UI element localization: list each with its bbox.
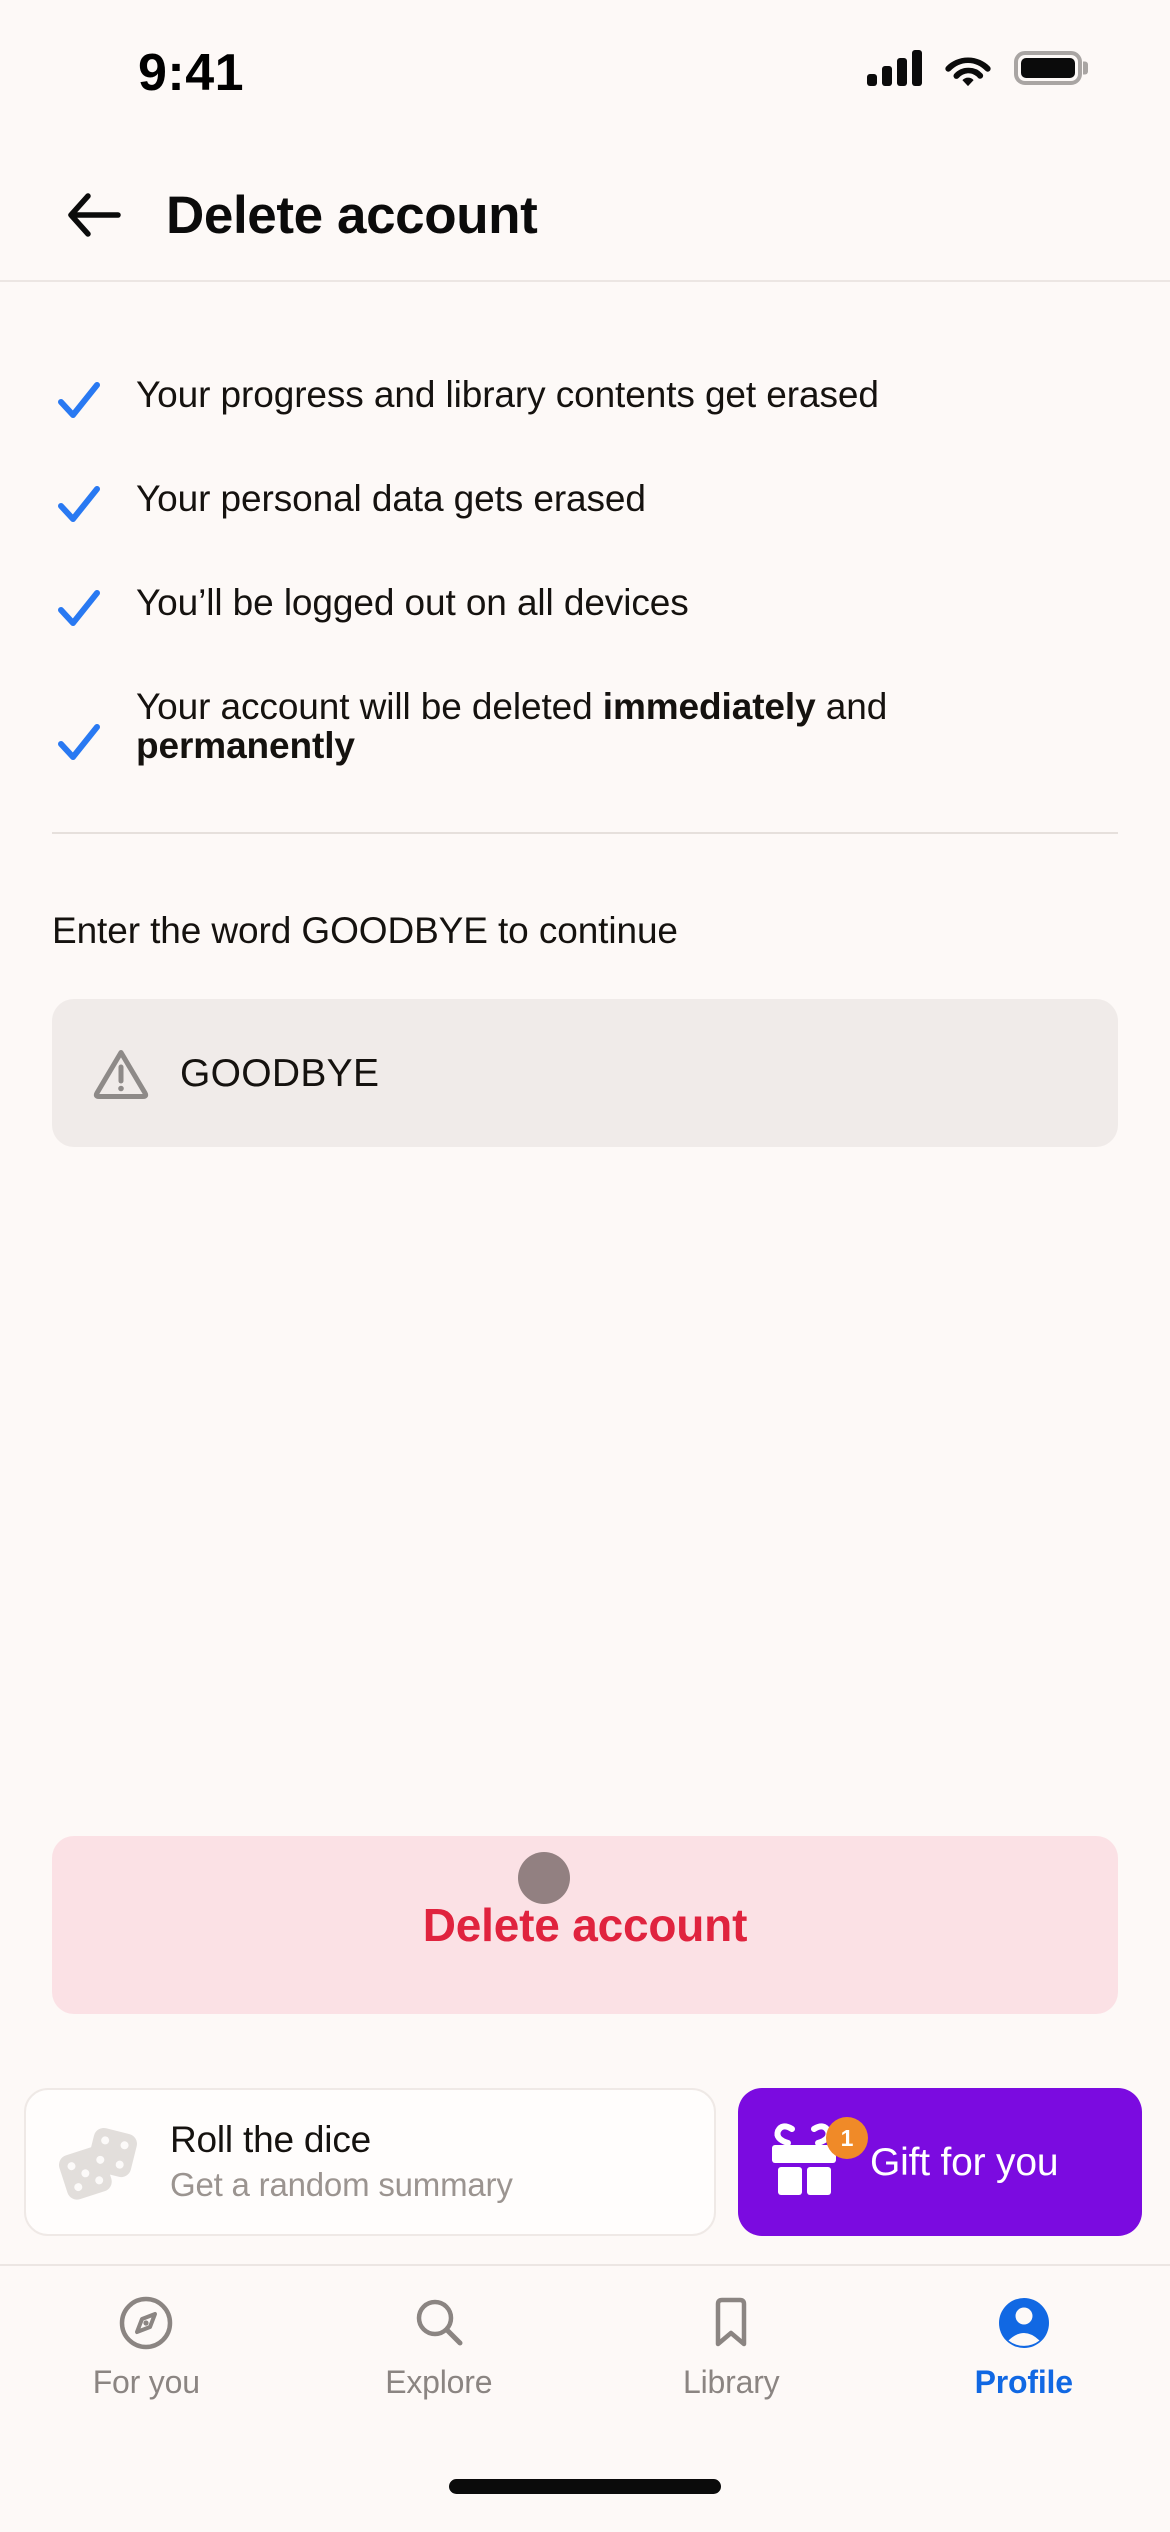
bottom-tab-bar: For you Explore Library Profile [0,2264,1170,2440]
gift-icon-wrapper: 1 [762,2117,868,2203]
checklist-item-label-rich: Your account will be deleted immediately… [136,686,1066,766]
warning-triangle-icon [92,1046,150,1100]
tab-explore-label: Explore [385,2364,493,2400]
check-icon [52,582,106,632]
checklist-item: Your account will be deleted immediately… [52,686,1118,766]
roll-the-dice-subtitle: Get a random summary [170,2166,513,2204]
promo-row: Roll the dice Get a random summary 1 Gif… [0,2088,1170,2236]
tab-library[interactable]: Library [585,2292,878,2398]
checklist-text-segment: Your account will be deleted [136,686,603,727]
check-icon [52,686,106,766]
check-icon [52,374,106,424]
home-indicator-area [0,2440,1170,2532]
status-bar: 9:41 [0,0,1170,150]
phone-screen: 9:41 Delete account Your progress and li… [0,0,1170,2532]
home-indicator[interactable] [449,2478,721,2494]
tab-profile[interactable]: Profile [878,2292,1170,2398]
delete-account-button[interactable]: Delete account [52,1836,1118,2014]
compass-icon [117,2292,175,2354]
back-button[interactable] [58,179,130,251]
tab-for-you[interactable]: For you [0,2292,293,2398]
checklist-item: You’ll be logged out on all devices [52,582,1118,632]
confirmation-input-value: GOODBYE [180,1051,380,1095]
confirmation-instruction: Enter the word GOODBYE to continue [52,910,678,951]
dice-icon [52,2122,144,2202]
gift-for-you-card[interactable]: 1 Gift for you [738,2088,1142,2236]
checklist-item: Your personal data gets erased [52,478,1118,528]
status-bar-icons [867,50,1082,86]
cellular-signal-icon [867,50,922,86]
checklist-item: Your progress and library contents get e… [52,374,1118,424]
navigation-bar: Delete account [0,150,1170,282]
check-icon [52,478,106,528]
tab-for-you-label: For you [92,2364,200,2400]
tab-explore[interactable]: Explore [293,2292,586,2398]
checklist-text-emphasis: permanently [136,724,355,766]
bookmark-icon [702,2292,760,2354]
delete-account-button-label: Delete account [422,1899,748,1951]
gift-badge-count: 1 [826,2117,868,2159]
touch-cursor-indicator [518,1852,570,1904]
battery-full-icon [1014,51,1082,85]
consequences-checklist: Your progress and library contents get e… [52,374,1118,766]
back-arrow-icon [68,193,121,237]
tab-profile-label: Profile [974,2364,1073,2400]
confirmation-input[interactable]: GOODBYE [52,999,1118,1147]
section-divider [52,832,1118,834]
search-icon [410,2292,468,2354]
roll-the-dice-title: Roll the dice [170,2118,372,2160]
checklist-item-label: Your progress and library contents get e… [136,374,879,415]
checklist-item-label: You’ll be logged out on all devices [136,582,689,623]
roll-the-dice-card[interactable]: Roll the dice Get a random summary [24,2088,716,2236]
wifi-icon [945,57,991,86]
content-area: Your progress and library contents get e… [0,282,1170,2088]
page-title: Delete account [166,185,538,245]
checklist-item-label: Your personal data gets erased [136,478,646,519]
status-bar-time: 9:41 [138,44,245,102]
checklist-text-segment: and [815,686,888,727]
roll-the-dice-text: Roll the dice Get a random summary [170,2119,513,2205]
checklist-text-emphasis: immediately [602,686,816,727]
gift-for-you-label: Gift for you [870,2140,1059,2184]
tab-library-label: Library [683,2364,780,2400]
flex-spacer [52,1147,1118,1836]
person-circle-icon [995,2292,1053,2354]
